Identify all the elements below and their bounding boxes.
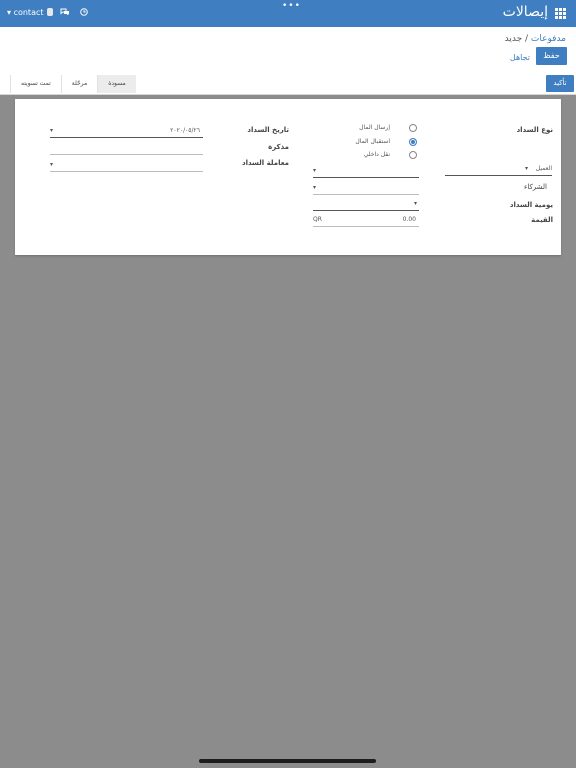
chat-icon[interactable] bbox=[60, 8, 70, 16]
payment-transaction-caret: ▾ bbox=[50, 161, 54, 168]
partner-select-caret: ▾ bbox=[313, 167, 317, 174]
breadcrumb: مدفوعات / جديد bbox=[505, 34, 566, 44]
radio-receive-money-button[interactable] bbox=[409, 138, 417, 146]
radio-send-money-label: إرسال المال bbox=[359, 124, 390, 131]
radio-internal-transfer[interactable]: نقل داخلي bbox=[364, 151, 390, 158]
top-navbar: إيصالات ••• ▾ contact bbox=[0, 0, 576, 27]
amount-field[interactable]: QR 0.00 bbox=[313, 214, 419, 227]
app-title: إيصالات bbox=[502, 4, 548, 20]
payment-date-field[interactable]: ▾ ٢٠٢٠/٠٥/٢٦ bbox=[50, 125, 203, 138]
control-panel: مدفوعات / جديد حفظ تجاهل bbox=[0, 27, 576, 75]
radio-send-money-button[interactable] bbox=[409, 124, 417, 132]
status-bar: تأكيد تمت تسويته مرحّلة مسودة bbox=[0, 74, 576, 95]
memo-input[interactable] bbox=[50, 142, 203, 155]
user-menu[interactable]: ▾ contact bbox=[7, 8, 54, 17]
currency-label: QR bbox=[313, 216, 322, 223]
partner-type-value: العميل bbox=[535, 165, 552, 172]
radio-send-money[interactable]: إرسال المال bbox=[359, 124, 390, 131]
stage-draft[interactable]: مسودة bbox=[97, 75, 136, 93]
breadcrumb-separator: / bbox=[522, 34, 531, 44]
amount-value: 0.00 bbox=[402, 216, 416, 223]
status-stages: تمت تسويته مرحّلة مسودة bbox=[10, 75, 136, 93]
payment-date-caret: ▾ bbox=[50, 127, 54, 134]
user-menu-caret: ▾ bbox=[7, 8, 12, 17]
radio-receive-money[interactable]: استقبال المال bbox=[355, 138, 390, 145]
payment-date-value: ٢٠٢٠/٠٥/٢٦ bbox=[170, 127, 200, 134]
stage-posted[interactable]: مرحّلة bbox=[60, 75, 97, 93]
partner-label: الشركاء bbox=[524, 183, 547, 191]
payment-transaction-select[interactable]: ▾ bbox=[50, 159, 203, 172]
breadcrumb-current: جديد bbox=[504, 34, 523, 44]
memo-label: مذكرة bbox=[268, 143, 289, 151]
journal-select[interactable]: ▾ bbox=[313, 198, 419, 211]
more-dots-icon[interactable]: ••• bbox=[282, 1, 301, 11]
confirm-button[interactable]: تأكيد bbox=[546, 75, 574, 92]
partner-select[interactable]: ▾ bbox=[313, 165, 419, 178]
apps-grid-icon[interactable] bbox=[555, 8, 566, 19]
partner-type-select[interactable]: العميل ▾ bbox=[445, 163, 552, 176]
activity-clock-icon[interactable] bbox=[80, 8, 88, 16]
radio-internal-transfer-button[interactable] bbox=[409, 151, 417, 159]
save-button[interactable]: حفظ bbox=[536, 47, 567, 65]
home-indicator bbox=[199, 759, 376, 763]
partner-type-caret: ▾ bbox=[524, 165, 528, 172]
payment-type-label: نوع السداد bbox=[516, 126, 553, 134]
radio-receive-money-label: استقبال المال bbox=[355, 138, 390, 145]
discard-button[interactable]: تجاهل bbox=[510, 53, 530, 62]
avatar-icon bbox=[47, 8, 54, 16]
payment-date-label: تاريخ السداد bbox=[247, 126, 289, 134]
radio-internal-transfer-label: نقل داخلي bbox=[363, 151, 390, 158]
form-sheet: نوع السداد إرسال المال استقبال المال نقل… bbox=[15, 99, 561, 255]
journal-select-caret: ▾ bbox=[414, 200, 418, 207]
amount-label: القيمة bbox=[531, 216, 553, 224]
partner-secondary-caret: ▾ bbox=[313, 184, 317, 191]
partner-secondary-select[interactable]: ▾ bbox=[313, 182, 419, 195]
stage-reconciled[interactable]: تمت تسويته bbox=[10, 75, 61, 93]
user-name: contact bbox=[13, 8, 44, 17]
breadcrumb-payments-link[interactable]: مدفوعات bbox=[531, 34, 566, 44]
payment-transaction-label: معاملة السداد bbox=[242, 159, 289, 167]
journal-label: يومية السداد bbox=[509, 201, 553, 209]
